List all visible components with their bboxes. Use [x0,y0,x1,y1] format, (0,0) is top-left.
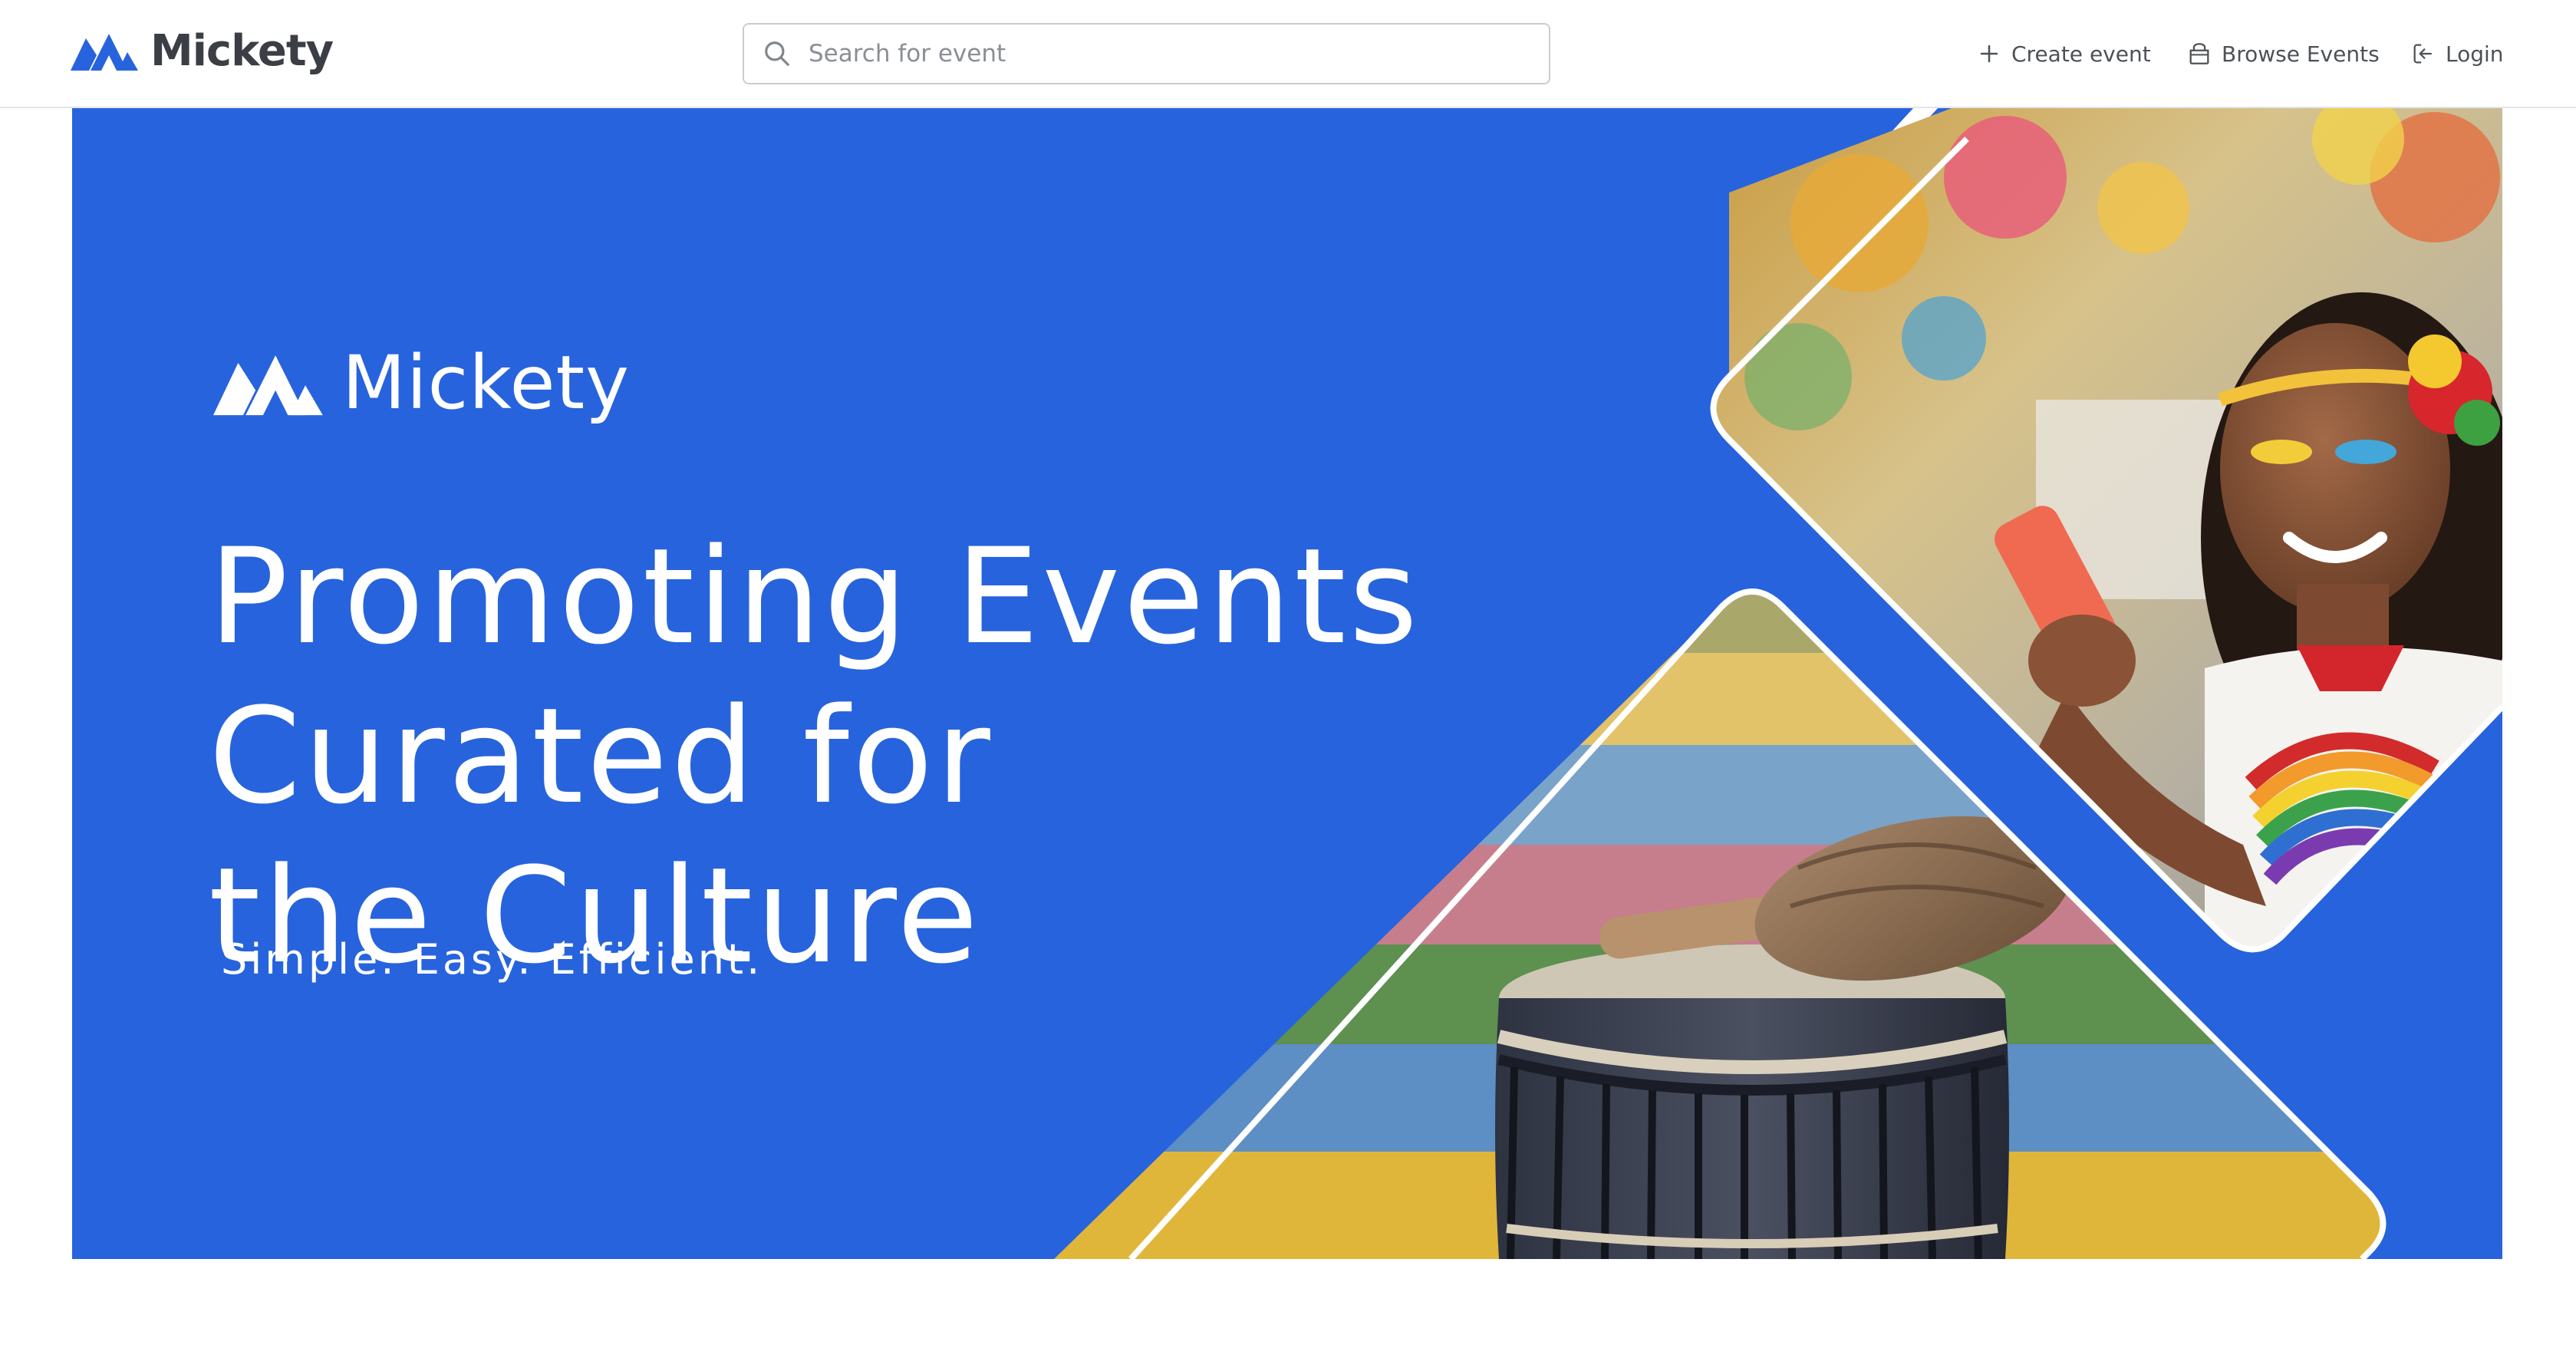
search-icon [765,41,789,66]
mickety-logo-icon [71,34,138,71]
headline-line-2: Curated for [209,679,993,834]
hero-logo-text: Mickety [342,340,630,426]
login-icon [2413,44,2433,64]
top-navbar: Mickety Create event Browse Events Login [0,0,2576,108]
search-box[interactable] [743,23,1550,84]
brand-logo-link[interactable]: Mickety [71,25,334,76]
headline-line-1: Promoting Events [209,519,1421,674]
search-input[interactable] [807,39,1500,68]
create-event-label: Create event [2011,41,2151,67]
mickety-logo-icon [213,355,323,416]
browse-events-link[interactable]: Browse Events [2186,31,2380,77]
hero-banner: Mickety Promoting Events Curated for the… [72,108,2502,1259]
login-link[interactable]: Login [2410,31,2504,77]
create-event-link[interactable]: Create event [1976,31,2151,77]
hero-tagline: Simple. Easy. Efficient. [221,935,763,984]
browse-events-label: Browse Events [2222,41,2380,67]
brand-name: Mickety [150,25,334,76]
login-label: Login [2446,41,2504,67]
plus-icon [1980,44,1998,63]
store-icon [2189,43,2209,64]
hero-headline: Promoting Events Curated for the Culture [209,517,1513,996]
hero-logo: Mickety [213,340,630,426]
